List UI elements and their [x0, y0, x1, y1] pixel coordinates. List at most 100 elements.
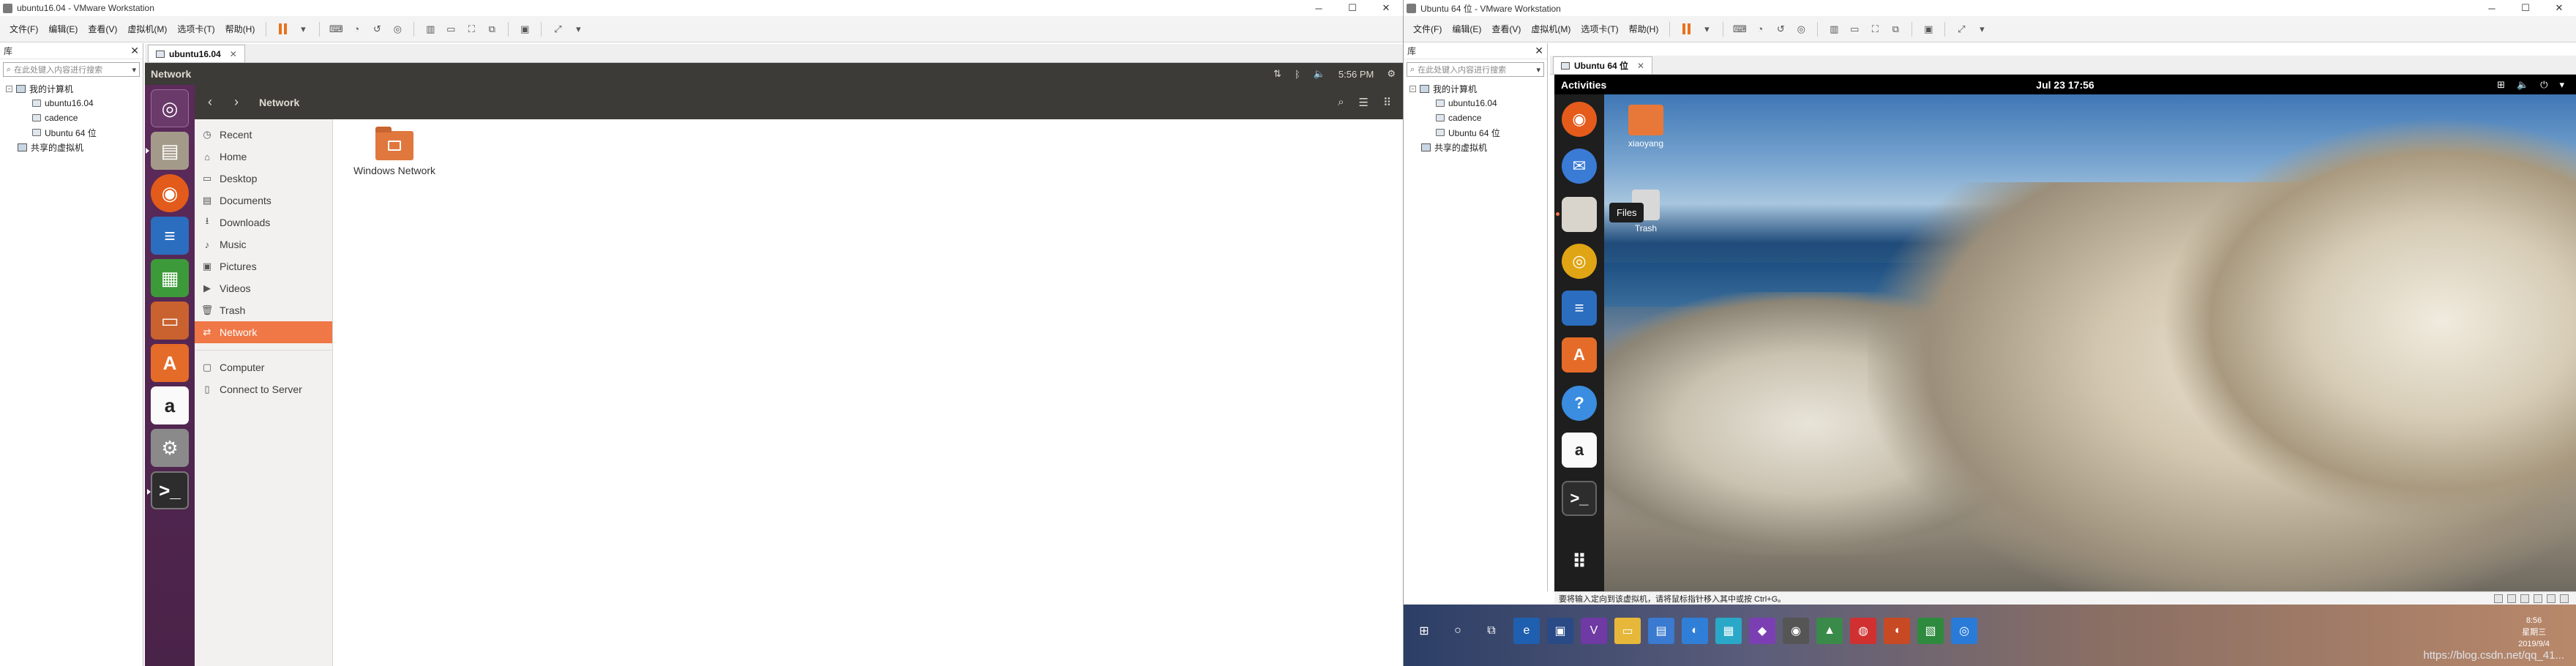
library-view-icon[interactable]: ▥: [422, 21, 438, 37]
app-icon[interactable]: ▦: [1715, 618, 1742, 644]
library-search-input[interactable]: ⌕ 在此处键入内容进行搜索 ▾: [3, 62, 140, 77]
close-tab-icon[interactable]: ✕: [1637, 61, 1644, 71]
cortana-icon[interactable]: ○: [1445, 618, 1471, 644]
send-ctrl-alt-del-icon[interactable]: ⌨: [328, 21, 344, 37]
ubuntu64-guest-screen[interactable]: Activities Jul 23 17:56 ⊞ 🔈 ⏻ ▾ xiaoyang…: [1554, 75, 2576, 591]
tab-ubuntu64[interactable]: Ubuntu 64 位 ✕: [1553, 56, 1653, 74]
tree-node-my-computer[interactable]: − 我的计算机: [6, 81, 143, 96]
edge-icon[interactable]: e: [1513, 618, 1540, 644]
ubuntu16-guest-screen[interactable]: Network ⇅ ᛒ 🔈 5:56 PM ⚙ ◎ ▤ ◉ ≡ ▦ ▭ A a …: [145, 63, 1403, 666]
sidebar-item-documents[interactable]: ▤ Documents: [195, 190, 332, 212]
menu-edit[interactable]: 编辑(E): [43, 20, 83, 38]
fullscreen-icon[interactable]: ⛶: [463, 21, 479, 37]
sidebar-item-music[interactable]: ♪ Music: [195, 233, 332, 255]
firefox-icon[interactable]: ◉: [1562, 102, 1597, 137]
snapshot-manager-icon[interactable]: ◎: [389, 21, 405, 37]
desktop-icon-home[interactable]: xiaoyang: [1613, 105, 1679, 149]
tree-node-vm[interactable]: cadence: [6, 111, 143, 125]
explorer-icon[interactable]: ▭: [1614, 618, 1641, 644]
menu-view[interactable]: 查看(V): [83, 20, 122, 38]
file-view[interactable]: Windows Network: [333, 119, 1403, 666]
taskbar-clock[interactable]: 8:56 星期三 2019/9/4: [2518, 615, 2550, 650]
amazon-icon[interactable]: a: [151, 386, 189, 424]
sidebar-item-videos[interactable]: ▶ Videos: [195, 277, 332, 299]
tree-node-shared-vms[interactable]: 共享的虚拟机: [1409, 140, 1547, 154]
menu-view[interactable]: 查看(V): [1486, 20, 1526, 38]
network-indicator-icon[interactable]: ⇅: [1273, 68, 1281, 80]
sidebar-item-recent[interactable]: ◷ Recent: [195, 124, 332, 146]
cdrom-icon[interactable]: [2507, 594, 2516, 603]
app-icon[interactable]: ◐: [1682, 618, 1708, 644]
tree-node-vm[interactable]: ubuntu16.04: [6, 96, 143, 111]
hdd-icon[interactable]: [2494, 594, 2503, 603]
stretch-dropdown-icon[interactable]: ▾: [570, 21, 586, 37]
impress-icon[interactable]: ▭: [151, 302, 189, 340]
console-icon[interactable]: ▣: [1920, 21, 1936, 37]
software-icon[interactable]: A: [1562, 337, 1597, 373]
display-icon[interactable]: [2560, 594, 2569, 603]
unity-icon[interactable]: ⧉: [484, 21, 500, 37]
app-icon[interactable]: ◍: [1850, 618, 1876, 644]
search-dropdown-icon[interactable]: ▾: [132, 65, 136, 75]
menu-tabs[interactable]: 选项卡(T): [172, 20, 220, 38]
app-icon[interactable]: ◎: [1951, 618, 1977, 644]
writer-icon[interactable]: ≡: [1562, 291, 1597, 326]
tree-node-shared-vms[interactable]: 共享的虚拟机: [6, 140, 143, 154]
snapshot-icon[interactable]: ◔: [348, 21, 364, 37]
desktop-wallpaper[interactable]: xiaoyang Trash: [1560, 94, 2576, 591]
stretch-icon[interactable]: ⤢: [1953, 21, 1969, 37]
sidebar-item-network[interactable]: ⇄ Network: [195, 321, 332, 343]
location-label[interactable]: Network: [259, 97, 299, 108]
library-search-input[interactable]: ⌕ 在此处键入内容进行搜索 ▾: [1407, 62, 1544, 77]
sidebar-item-connect-server[interactable]: ▯ Connect to Server: [195, 378, 332, 400]
show-apps-icon[interactable]: ⠿: [1562, 544, 1597, 579]
app-icon[interactable]: ◆: [1749, 618, 1775, 644]
sound-icon[interactable]: [2547, 594, 2556, 603]
app-icon[interactable]: ◉: [1783, 618, 1809, 644]
calc-icon[interactable]: ▦: [151, 259, 189, 297]
collapse-icon[interactable]: −: [6, 85, 12, 92]
terminal-icon[interactable]: >_: [1562, 481, 1597, 516]
close-icon[interactable]: ✕: [2542, 0, 2576, 16]
app-icon[interactable]: ▤: [1648, 618, 1674, 644]
close-library-icon[interactable]: ✕: [130, 45, 139, 57]
thumbnail-view-icon[interactable]: ▭: [1846, 21, 1862, 37]
list-view-icon[interactable]: ☰: [1359, 96, 1368, 109]
system-settings-icon[interactable]: ⚙: [151, 429, 189, 467]
menu-file[interactable]: 文件(F): [1408, 20, 1447, 38]
app-icon[interactable]: ▧: [1917, 618, 1944, 644]
help-icon[interactable]: ?: [1562, 386, 1597, 421]
pause-button[interactable]: [1678, 21, 1694, 37]
console-icon[interactable]: ▣: [517, 21, 533, 37]
send-ctrl-alt-del-icon[interactable]: ⌨: [1731, 21, 1748, 37]
tree-node-vm[interactable]: Ubuntu 64 位: [6, 125, 143, 140]
network-adapter-icon[interactable]: [2520, 594, 2529, 603]
collapse-icon[interactable]: −: [1409, 85, 1416, 92]
menu-help[interactable]: 帮助(H): [1624, 20, 1664, 38]
minimize-icon[interactable]: ─: [1302, 0, 1336, 16]
sidebar-item-desktop[interactable]: ▭ Desktop: [195, 168, 332, 190]
unity-icon[interactable]: ⧉: [1887, 21, 1903, 37]
snapshot-icon[interactable]: ◔: [1752, 21, 1768, 37]
tab-ubuntu16[interactable]: ubuntu16.04 ✕: [148, 45, 245, 62]
close-icon[interactable]: ✕: [1369, 0, 1403, 16]
maximize-icon[interactable]: ☐: [2509, 0, 2542, 16]
menu-vm[interactable]: 虚拟机(M): [1526, 20, 1576, 38]
software-center-icon[interactable]: A: [151, 344, 189, 382]
dropdown-icon[interactable]: ▾: [295, 21, 311, 37]
vivado-icon[interactable]: V: [1581, 618, 1607, 644]
volume-icon[interactable]: 🔈: [1314, 68, 1325, 80]
sidebar-item-pictures[interactable]: ▣ Pictures: [195, 255, 332, 277]
menu-vm[interactable]: 虚拟机(M): [122, 20, 172, 38]
app-icon[interactable]: ▲: [1816, 618, 1843, 644]
tree-node-vm[interactable]: ubuntu16.04: [1409, 96, 1547, 111]
windows-start-icon[interactable]: ⊞: [1411, 618, 1437, 644]
grid-view-icon[interactable]: ⠿: [1383, 96, 1391, 109]
menu-help[interactable]: 帮助(H): [220, 20, 261, 38]
bluetooth-icon[interactable]: ᛒ: [1295, 69, 1300, 80]
pause-button[interactable]: [274, 21, 291, 37]
sidebar-item-computer[interactable]: ▢ Computer: [195, 356, 332, 378]
maximize-icon[interactable]: ☐: [1336, 0, 1369, 16]
firefox-icon[interactable]: ◉: [151, 174, 189, 212]
search-dropdown-icon[interactable]: ▾: [1536, 65, 1540, 75]
